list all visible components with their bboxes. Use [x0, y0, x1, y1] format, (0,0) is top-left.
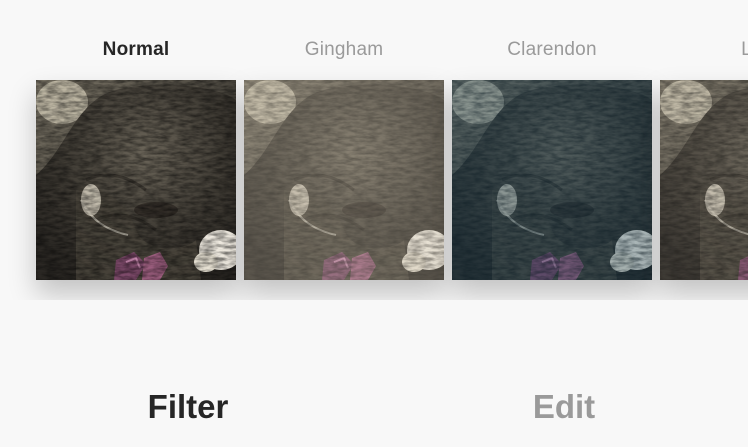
filter-option-gingham[interactable]: Gingham: [244, 0, 444, 300]
tab-filter[interactable]: Filter: [68, 383, 308, 431]
filter-option-clarendon[interactable]: Clarendon: [452, 0, 652, 300]
filter-thumbnail-gingham[interactable]: [244, 80, 444, 280]
cat-photo-icon: [660, 80, 748, 280]
filter-thumbnail-normal[interactable]: [36, 80, 236, 280]
filter-label-lark: Lark: [741, 39, 748, 60]
cat-photo-icon: [36, 80, 236, 280]
filter-label-normal: Normal: [102, 39, 170, 60]
cat-photo-icon: [452, 80, 652, 280]
filter-label-clarendon: Clarendon: [507, 39, 597, 60]
filter-label-gingham: Gingham: [304, 39, 384, 60]
filter-tint-overlay: [660, 80, 748, 280]
filter-tint-overlay: [452, 80, 652, 280]
filter-strip[interactable]: Normal Gingham Clarendon Lark: [0, 0, 748, 300]
cat-photo-icon: [244, 80, 444, 280]
filter-option-lark[interactable]: Lark: [660, 0, 748, 300]
tab-edit[interactable]: Edit: [444, 383, 684, 431]
filter-option-normal[interactable]: Normal: [36, 0, 236, 300]
filter-thumbnail-clarendon[interactable]: [452, 80, 652, 280]
filter-tint-overlay: [244, 80, 444, 280]
filter-thumbnail-lark[interactable]: [660, 80, 748, 280]
